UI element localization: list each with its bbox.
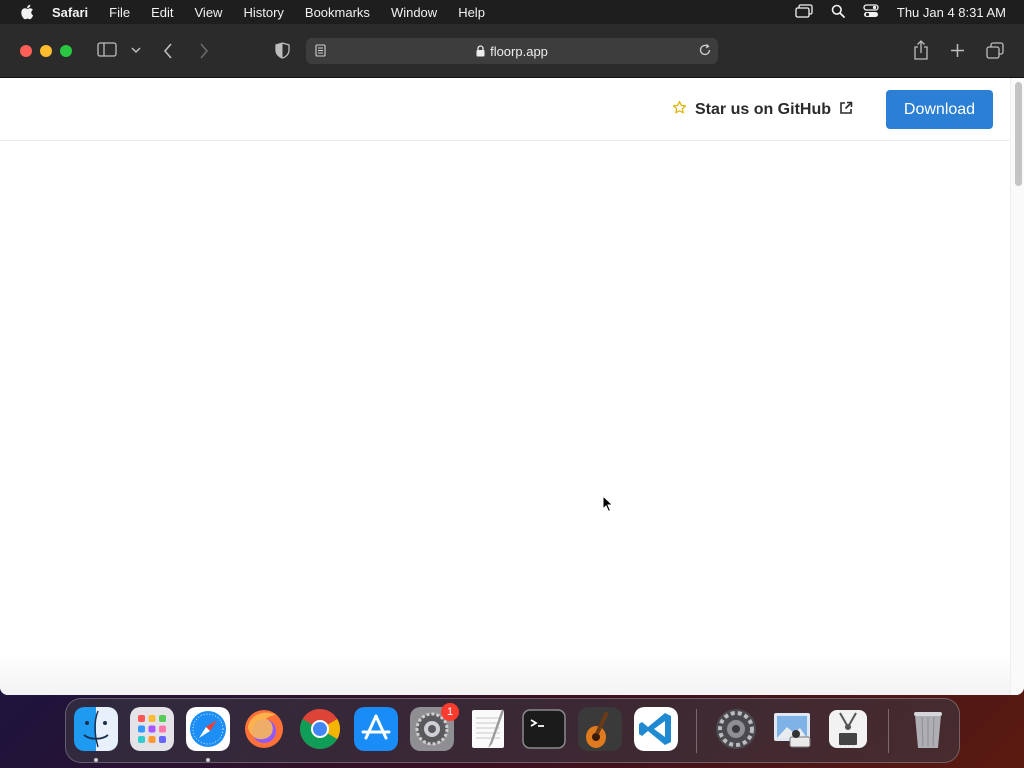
textedit-icon[interactable] bbox=[466, 707, 510, 751]
menu-history[interactable]: History bbox=[243, 5, 283, 20]
apple-menu-icon[interactable] bbox=[20, 4, 34, 20]
screen-mirroring-icon[interactable] bbox=[795, 3, 813, 21]
safari-window: floorp.app Star us on GitHub Download bbox=[0, 24, 1024, 695]
control-center-icon[interactable] bbox=[863, 3, 879, 21]
reload-icon[interactable] bbox=[698, 43, 712, 60]
trash-icon[interactable] bbox=[906, 707, 950, 751]
reader-view-icon[interactable] bbox=[315, 44, 326, 60]
minimize-window-button[interactable] bbox=[40, 45, 52, 57]
safari-icon[interactable] bbox=[186, 707, 230, 751]
lock-icon bbox=[476, 45, 485, 57]
menu-view[interactable]: View bbox=[195, 5, 223, 20]
sidebar-toggle-icon[interactable] bbox=[97, 42, 117, 57]
menu-bar: Safari File Edit View History Bookmarks … bbox=[0, 0, 1024, 24]
external-link-icon bbox=[839, 101, 853, 120]
safari-running-dot bbox=[206, 758, 210, 762]
tab-overview-icon[interactable] bbox=[986, 42, 1004, 59]
finder-running-dot bbox=[94, 758, 98, 762]
vscode-icon[interactable] bbox=[634, 707, 678, 751]
chevron-down-icon[interactable] bbox=[131, 47, 141, 54]
share-icon[interactable] bbox=[913, 40, 929, 60]
scrollbar-thumb[interactable] bbox=[1015, 82, 1022, 186]
dock-separator bbox=[696, 709, 697, 753]
github-star-link[interactable]: Star us on GitHub bbox=[672, 98, 853, 122]
back-arrow-icon[interactable] bbox=[163, 43, 173, 59]
github-link-label: Star us on GitHub bbox=[695, 101, 831, 118]
launchpad-icon[interactable] bbox=[130, 707, 174, 751]
firefox-icon[interactable] bbox=[242, 707, 286, 751]
address-bar[interactable]: floorp.app bbox=[306, 38, 718, 64]
system-information-icon[interactable] bbox=[826, 707, 870, 751]
menu-file[interactable]: File bbox=[109, 5, 130, 20]
new-tab-plus-icon[interactable] bbox=[950, 43, 965, 58]
menu-help[interactable]: Help bbox=[458, 5, 485, 20]
star-icon bbox=[672, 100, 687, 120]
garageband-icon[interactable] bbox=[578, 707, 622, 751]
forward-arrow-icon[interactable] bbox=[199, 43, 209, 59]
mouse-cursor-icon bbox=[602, 494, 614, 518]
dock-separator bbox=[888, 709, 889, 753]
menu-app-name[interactable]: Safari bbox=[52, 5, 88, 20]
zoom-window-button[interactable] bbox=[60, 45, 72, 57]
notification-badge: 1 bbox=[441, 703, 459, 721]
app-store-icon[interactable] bbox=[354, 707, 398, 751]
chrome-icon[interactable] bbox=[298, 707, 342, 751]
browser-toolbar: floorp.app bbox=[0, 24, 1024, 78]
menu-edit[interactable]: Edit bbox=[151, 5, 173, 20]
terminal-icon[interactable] bbox=[522, 707, 566, 751]
preview-icon[interactable] bbox=[770, 707, 814, 751]
menu-window[interactable]: Window bbox=[391, 5, 437, 20]
menu-bookmarks[interactable]: Bookmarks bbox=[305, 5, 370, 20]
page-scrollbar[interactable] bbox=[1010, 78, 1024, 695]
download-button[interactable]: Download bbox=[886, 90, 993, 129]
finder-icon[interactable] bbox=[74, 707, 118, 751]
privacy-shield-icon[interactable] bbox=[275, 42, 290, 59]
page-bottom-shadow bbox=[0, 655, 1010, 695]
close-window-button[interactable] bbox=[20, 45, 32, 57]
menubar-clock[interactable]: Thu Jan 4 8:31 AM bbox=[897, 5, 1006, 20]
address-url: floorp.app bbox=[490, 43, 548, 59]
spotlight-search-icon[interactable] bbox=[831, 4, 845, 21]
web-page: Star us on GitHub Download bbox=[0, 78, 1010, 695]
site-header: Star us on GitHub Download bbox=[0, 78, 1010, 141]
system-preferences-icon[interactable] bbox=[714, 707, 758, 751]
dock bbox=[65, 698, 960, 763]
